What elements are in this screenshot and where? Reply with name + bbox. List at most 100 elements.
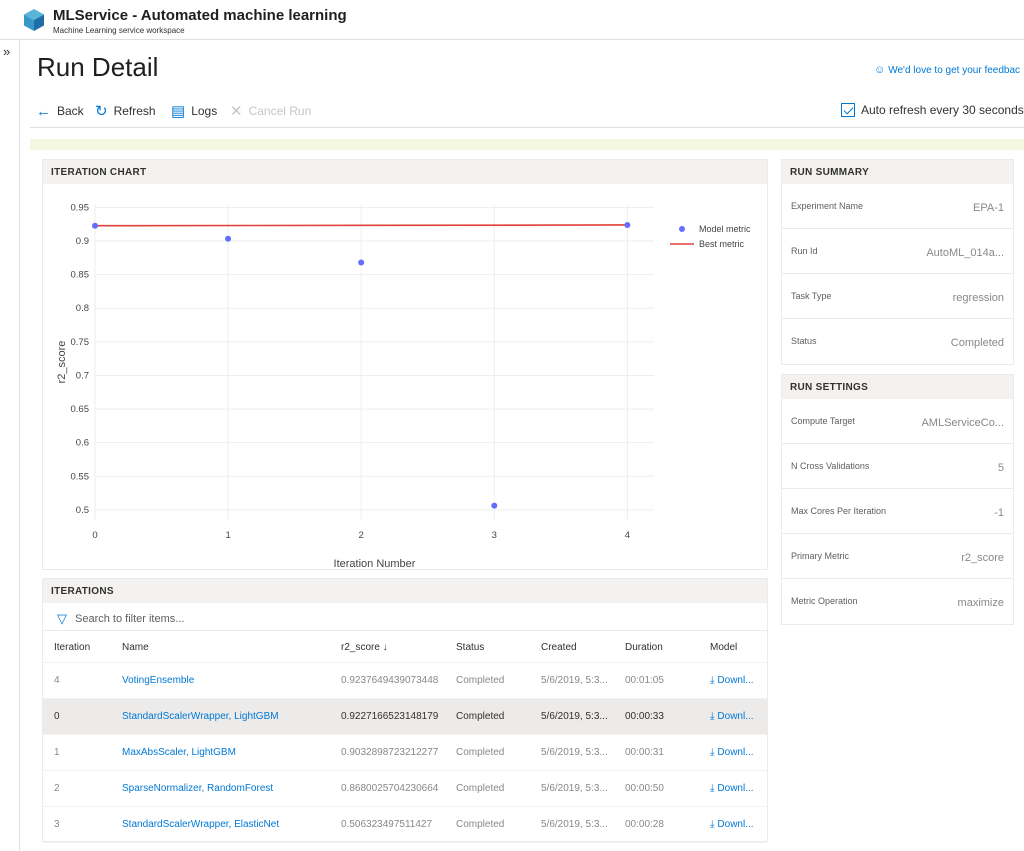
column-header-iteration[interactable]: Iteration (54, 633, 114, 662)
cell-score: 0.9032898723212277 (341, 747, 439, 758)
cell-status: Completed (456, 675, 505, 686)
search-bar: ▽ (43, 607, 767, 631)
x-tick-label: 2 (359, 530, 364, 541)
logs-label: Logs (191, 104, 218, 118)
setting-key: Primary Metric (791, 551, 849, 561)
summary-row: Experiment Name EPA-1 (782, 184, 1013, 229)
setting-row: N Cross Validations 5 (782, 444, 1013, 489)
setting-row: Max Cores Per Iteration -1 (782, 489, 1013, 534)
auto-refresh-toggle[interactable]: Auto refresh every 30 seconds (841, 103, 1024, 117)
close-icon: ✕ (230, 103, 243, 120)
refresh-icon: ↻ (95, 103, 108, 120)
run-summary-title: RUN SUMMARY (782, 160, 1013, 184)
setting-value: maximize (957, 597, 1004, 609)
column-header-created[interactable]: Created (541, 633, 621, 662)
column-header-status[interactable]: Status (456, 633, 536, 662)
table-row[interactable]: 0 StandardScalerWrapper, LightGBM 0.922716… (43, 699, 767, 735)
cell-iteration: 2 (54, 783, 60, 794)
cell-name-link[interactable]: MaxAbsScaler, LightGBM (122, 735, 332, 770)
azure-ml-logo-icon (24, 9, 44, 31)
cell-name-link[interactable]: StandardScalerWrapper, LightGBM (122, 699, 332, 734)
cell-score: 0.506323497511427 (341, 819, 433, 830)
cell-name-link[interactable]: StandardScalerWrapper, ElasticNet (122, 807, 332, 842)
arrow-left-icon: ← (36, 102, 51, 120)
model-metric-point (491, 502, 498, 509)
app-title: MLService - Automated machine learning (53, 7, 347, 24)
page-title: Run Detail (37, 52, 159, 82)
auto-refresh-checkbox[interactable] (841, 103, 855, 117)
table-row[interactable]: 3 StandardScalerWrapper, ElasticNet 0.5063… (43, 807, 767, 843)
cell-created: 5/6/2019, 5:3... (541, 711, 608, 722)
download-model-link[interactable]: ⤓ Downl... (710, 771, 766, 806)
legend-swatch-model-metric (679, 226, 685, 232)
cell-created: 5/6/2019, 5:3... (541, 675, 608, 686)
search-input[interactable] (75, 612, 475, 625)
cell-name-link[interactable]: SparseNormalizer, RandomForest (122, 771, 332, 806)
y-axis-label: r2_score (56, 341, 68, 384)
cancel-run-label: Cancel Run (248, 104, 312, 118)
expand-nav-icon[interactable]: » (3, 44, 10, 59)
cancel-run-button[interactable]: ✕ Cancel Run (230, 100, 311, 122)
setting-key: Compute Target (791, 416, 855, 426)
summary-key: Experiment Name (791, 201, 864, 211)
cell-iteration: 3 (54, 819, 60, 830)
download-icon: ⤓ (710, 675, 715, 686)
refresh-button[interactable]: ↻ Refresh (95, 100, 156, 122)
summary-row: Status Completed (782, 319, 1013, 364)
cell-duration: 00:01:05 (625, 675, 664, 686)
back-button[interactable]: ← Back (36, 100, 84, 122)
download-label: Downl... (717, 747, 754, 758)
download-label: Downl... (717, 783, 754, 794)
summary-value: AutoML_014a... (926, 247, 1004, 259)
download-icon: ⤓ (710, 711, 715, 722)
cell-created: 5/6/2019, 5:3... (541, 819, 608, 830)
column-header-duration[interactable]: Duration (625, 633, 695, 662)
iteration-chart-panel: ITERATION CHART 0.5 0.55 0.6 0.65 0.7 0.75 0.8… (42, 159, 768, 570)
download-icon: ⤓ (710, 747, 715, 758)
setting-value: AMLServiceCo... (921, 417, 1004, 429)
y-tick-label: 0.55 (71, 471, 90, 482)
cell-created: 5/6/2019, 5:3... (541, 747, 608, 758)
download-model-link[interactable]: ⤓ Downl... (710, 699, 766, 734)
cell-iteration: 0 (54, 711, 60, 722)
y-tick-label: 0.5 (76, 505, 89, 516)
setting-key: Metric Operation (791, 596, 858, 606)
column-header-score[interactable]: r2_score ↓ (341, 633, 451, 662)
iterations-title: ITERATIONS (43, 579, 767, 603)
model-metric-point (225, 235, 232, 242)
download-model-link[interactable]: ⤓ Downl... (710, 735, 766, 770)
table-row[interactable]: 4 VotingEnsemble 0.9237649439073448 Complet… (43, 663, 767, 699)
iteration-chart[interactable]: 0.5 0.55 0.6 0.65 0.7 0.75 0.8 0.85 0.9 0.95 0 1 2 3 4… (43, 184, 767, 570)
filter-icon: ▽ (57, 610, 67, 626)
column-header-model[interactable]: Model (710, 633, 766, 662)
download-model-link[interactable]: ⤓ Downl... (710, 807, 766, 842)
summary-value: regression (952, 292, 1004, 304)
legend-entry: Model metric (699, 224, 751, 234)
table-header-row: Iteration Name r2_score ↓ Status Created… (43, 633, 767, 663)
cell-status: Completed (456, 783, 505, 794)
left-nav: » (0, 40, 20, 851)
cell-name-link[interactable]: VotingEnsemble (122, 663, 332, 698)
app-subtitle: Machine Learning service workspace (53, 26, 185, 35)
logs-button[interactable]: ▤ Logs (171, 100, 217, 122)
feedback-link[interactable]: ☺ We'd love to get your feedbac (874, 64, 1020, 76)
download-label: Downl... (717, 675, 754, 686)
x-tick-label: 1 (225, 530, 230, 541)
document-icon: ▤ (171, 103, 186, 120)
y-tick-label: 0.85 (71, 270, 90, 281)
summary-key: Run Id (791, 246, 818, 256)
setting-row: Primary Metric r2_score (782, 534, 1013, 579)
run-summary-panel: RUN SUMMARY Experiment Name EPA-1 Run Id Au… (781, 159, 1014, 365)
summary-value: Completed (950, 337, 1004, 349)
auto-refresh-label: Auto refresh every 30 seconds (861, 103, 1024, 117)
iteration-chart-title: ITERATION CHART (43, 160, 767, 184)
cell-score: 0.9237649439073448 (341, 675, 439, 686)
table-row[interactable]: 1 MaxAbsScaler, LightGBM 0.903289872321227… (43, 735, 767, 771)
download-model-link[interactable]: ⤓ Downl... (710, 663, 766, 698)
x-tick-label: 4 (625, 530, 630, 541)
cell-status: Completed (456, 819, 505, 830)
cell-score: 0.8680025704230664 (341, 783, 439, 794)
setting-value: r2_score (961, 552, 1004, 564)
table-row[interactable]: 2 SparseNormalizer, RandomForest 0.8680025… (43, 771, 767, 807)
column-header-name[interactable]: Name (122, 633, 332, 662)
